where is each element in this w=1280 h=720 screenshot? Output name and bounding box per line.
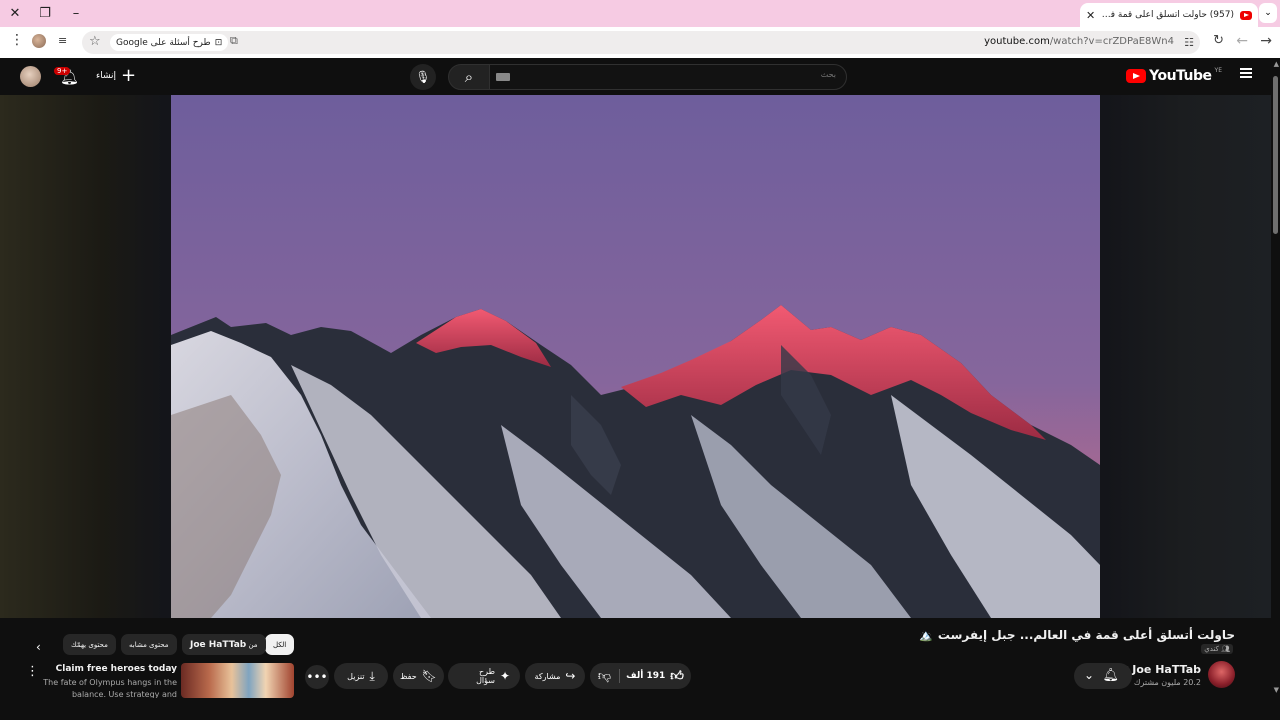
video-info-panel: حاولت أتسلق أعلى قمة في العالم... جبل إي…	[0, 618, 1271, 698]
like-button[interactable]: 👍︎ 191 ألف	[619, 663, 691, 689]
menu-icon[interactable]: ⋮	[10, 32, 24, 48]
share-icon: ↪	[565, 669, 576, 683]
restore-window-icon[interactable]: ❐	[30, 0, 60, 27]
create-label: إنشاء	[96, 71, 117, 81]
create-button[interactable]: إنشاء +	[96, 67, 136, 85]
browser-tab-strip: ✕ ❐ – + (957) حاولت أتسلق أعلى قمة في...…	[0, 0, 1280, 27]
scrollbar-thumb[interactable]	[1273, 76, 1278, 234]
filter-chip-related[interactable]: محتوى مشابه	[121, 634, 177, 655]
browser-toolbar: ⋮ ≡ → ← ↻ ☆ ⊡ طرح أسئلة على Google ⧉ you…	[0, 27, 1280, 58]
subscriber-count: 20.2 مليون مشترك	[1133, 678, 1201, 687]
ask-label: طرح سؤال	[476, 667, 495, 685]
download-button[interactable]: ⤓ تنزيل	[334, 663, 388, 689]
scroll-down-icon[interactable]: ▼	[1274, 686, 1279, 694]
address-bar[interactable]: ☆ ⊡ طرح أسئلة على Google ⧉ youtube.com/w…	[82, 31, 1200, 54]
url-host: youtube.com	[984, 36, 1050, 47]
bottom-bar	[0, 698, 1280, 720]
share-label: مشاركة	[534, 671, 561, 681]
download-icon: ⤓	[369, 668, 375, 683]
close-tab-icon[interactable]: ✕	[1086, 9, 1095, 22]
profile-avatar[interactable]	[32, 34, 46, 48]
page-scrollbar[interactable]: ▲ ▼	[1271, 58, 1280, 698]
bookmark-icon: 🔖︎	[421, 669, 437, 683]
share-button[interactable]: ↪ مشاركة	[525, 663, 585, 689]
ask-button[interactable]: ✦ طرح سؤال	[448, 663, 520, 689]
cast-icon[interactable]: ≡	[58, 34, 67, 47]
download-label: تنزيل	[347, 671, 365, 681]
ad-thumbnail[interactable]	[181, 663, 294, 698]
search-input[interactable]	[536, 70, 836, 79]
scroll-up-icon[interactable]: ▲	[1274, 60, 1279, 68]
close-window-icon[interactable]: ✕	[0, 0, 30, 27]
lens-icon: ⊡	[214, 37, 223, 48]
youtube-favicon-icon	[1240, 10, 1252, 20]
account-avatar[interactable]	[20, 66, 41, 87]
mountain-icon: 🏔️	[919, 628, 933, 642]
ad-title[interactable]: Claim free heroes today	[56, 664, 177, 674]
ask-google-chip[interactable]: ⊡ طرح أسئلة على Google	[110, 34, 229, 51]
back-icon[interactable]: →	[1260, 33, 1272, 49]
keyboard-icon[interactable]	[496, 73, 510, 81]
thumbs-down-icon: 👎︎	[597, 668, 612, 684]
channel-avatar[interactable]	[1208, 661, 1235, 688]
video-tag[interactable]: 👥︎ كندي	[1201, 644, 1233, 654]
forward-icon[interactable]: ←	[1236, 33, 1248, 49]
like-count: 191 ألف	[626, 671, 666, 681]
url-text: youtube.com/watch?v=crZDPaE8Wn4	[984, 36, 1174, 47]
save-button[interactable]: 🔖︎ حفظ	[393, 663, 444, 689]
logo-text: YouTube	[1149, 68, 1212, 84]
minimize-window-icon[interactable]: –	[61, 0, 91, 27]
chevron-left-icon[interactable]: ‹	[36, 640, 41, 654]
video-title-text: حاولت أتسلق أعلى قمة في العالم... جبل إي…	[937, 628, 1235, 642]
voice-search-button[interactable]: 🎙	[410, 64, 436, 90]
filter-chip-channel: Joe HaTTab	[190, 639, 247, 650]
reload-icon[interactable]: ↻	[1213, 33, 1224, 48]
hamburger-menu-icon[interactable]	[1240, 68, 1252, 78]
filter-chip-all[interactable]: الكل	[265, 634, 295, 655]
subscription-button[interactable]: 🔔︎ ⌄	[1074, 663, 1132, 689]
video-tag-label: كندي	[1204, 645, 1219, 653]
video-title: حاولت أتسلق أعلى قمة في العالم... جبل إي…	[919, 628, 1235, 642]
star-icon[interactable]: ☆	[89, 34, 101, 49]
browser-tab[interactable]: (957) حاولت أتسلق أعلى قمة في... ✕	[1080, 3, 1258, 27]
youtube-header: YouTube YE ⌕ 🎙 إنشاء + 🔔︎ 9+	[0, 58, 1280, 95]
thumbs-up-icon: 👍︎	[670, 668, 684, 684]
tab-title: (957) حاولت أتسلق أعلى قمة في...	[1101, 10, 1234, 20]
search-icon: ⌕	[464, 68, 474, 86]
channel-name[interactable]: ✔ Joe HaTTab	[1122, 663, 1201, 676]
logo-country: YE	[1214, 66, 1222, 74]
sparkle-icon: ✦	[499, 669, 510, 683]
channel-name-text: Joe HaTTab	[1132, 663, 1201, 676]
plus-icon: +	[121, 65, 137, 86]
more-horizontal-icon: •••	[306, 670, 328, 684]
like-divider	[619, 669, 620, 683]
filter-chip-for-you[interactable]: محتوى يهمّك	[63, 634, 116, 655]
youtube-logo[interactable]: YouTube YE	[1126, 66, 1222, 84]
ad-menu-icon[interactable]: ⋮	[26, 664, 39, 679]
install-icon[interactable]: ⧉	[230, 34, 238, 48]
ad-description: The fate of Olympus hangs in the balance…	[43, 678, 177, 698]
chevron-down-icon: ⌄	[1084, 668, 1095, 682]
search-box	[489, 64, 847, 90]
notification-bell-icon: 🔔︎	[1102, 668, 1119, 683]
video-frame-mountains	[171, 95, 1100, 618]
filter-chip-from-channel[interactable]: من Joe HaTTab	[182, 634, 266, 655]
dislike-button[interactable]: 👎︎	[590, 663, 619, 689]
ask-google-label: طرح أسئلة على Google	[116, 37, 211, 48]
search-button[interactable]: ⌕	[448, 64, 490, 90]
filter-chip-prefix: من	[248, 640, 258, 649]
save-label: حفظ	[400, 671, 417, 681]
site-settings-icon[interactable]: ☷	[1184, 36, 1194, 49]
more-actions-button[interactable]: •••	[305, 665, 329, 689]
group-icon: 👥︎	[1221, 645, 1230, 653]
microphone-icon: 🎙	[415, 70, 431, 84]
video-player[interactable]	[171, 95, 1100, 618]
notification-badge: 9+	[54, 67, 71, 75]
tab-search-icon[interactable]: ⌄	[1259, 3, 1277, 23]
url-path: /watch?v=crZDPaE8Wn4	[1049, 36, 1174, 47]
like-dislike-group: 👍︎ 191 ألف 👎︎	[590, 663, 691, 689]
youtube-play-icon	[1126, 69, 1147, 83]
